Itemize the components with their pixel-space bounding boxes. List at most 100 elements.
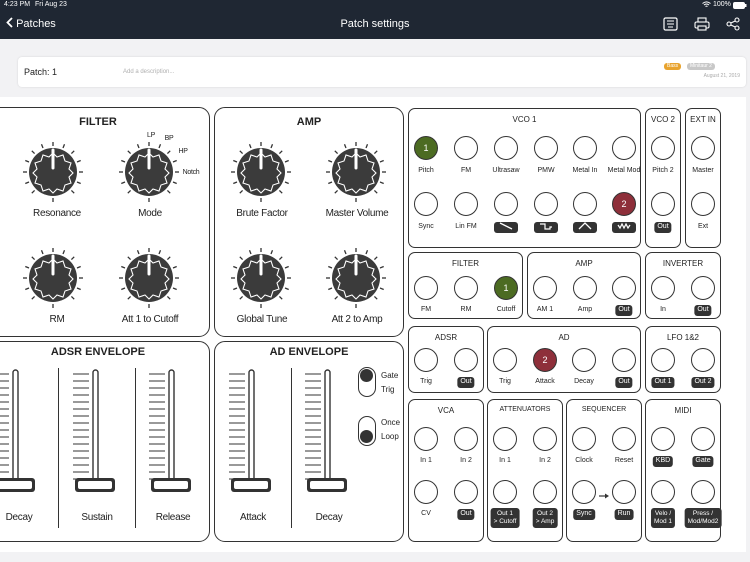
amp-module-title: AMP <box>575 259 593 268</box>
adsr-module-title: ADSR <box>434 333 458 342</box>
vco1-metal-mod-jack[interactable] <box>612 136 636 160</box>
resonance-knob[interactable] <box>21 140 85 204</box>
sequencer-module: SEQUENCER Clock Reset Sync Run <box>566 399 642 542</box>
vco1-triangle-out-jack[interactable] <box>573 192 597 216</box>
ad-out-label: Out <box>615 377 633 388</box>
midi-velo-jack[interactable] <box>651 480 675 504</box>
seq-clock-jack[interactable] <box>572 427 596 451</box>
ad-module: AD Trig 2 Attack Decay Out <box>487 326 641 393</box>
vca-out-jack[interactable] <box>454 480 478 504</box>
master-jack[interactable] <box>691 136 715 160</box>
inverter-title: INVERTER <box>662 259 704 268</box>
filter-cutoff-jack[interactable]: 1 <box>494 276 518 300</box>
lfo-title: LFO 1&2 <box>666 333 699 342</box>
amp-out-jack[interactable] <box>612 276 636 300</box>
mode-lp-label: LP <box>147 132 155 139</box>
seq-reset-jack[interactable] <box>612 427 636 451</box>
midi-press-jack[interactable] <box>691 480 715 504</box>
inverter-in-jack[interactable] <box>651 276 675 300</box>
vco1-fm-jack[interactable] <box>454 136 478 160</box>
sustain-slider[interactable] <box>67 366 127 496</box>
ext-in-module: EXT IN Master Ext <box>685 108 721 248</box>
ad-envelope-title: AD ENVELOPE <box>269 346 349 358</box>
adsr-out-jack[interactable] <box>454 348 478 372</box>
filter-panel: FILTER Resonance Mode LP BP HP Notch RM … <box>0 107 210 337</box>
ad-out-jack[interactable] <box>612 348 636 372</box>
att-in2-jack[interactable] <box>533 427 557 451</box>
master-volume-knob[interactable] <box>324 140 388 204</box>
vco1-ultrasaw-jack[interactable] <box>494 136 518 160</box>
att-1-to-cutoff-label: Att 1 to Cutoff <box>121 314 179 325</box>
tag-badge-bass[interactable]: Bass <box>664 63 682 70</box>
filter-cutoff-label: Cutoff <box>496 306 516 313</box>
adsr-trig-label: Trig <box>420 378 432 385</box>
attack-slider[interactable] <box>223 366 283 496</box>
vca-in2-jack[interactable] <box>454 427 478 451</box>
vco2-pitch-jack[interactable] <box>651 136 675 160</box>
vco2-out-jack[interactable] <box>651 192 675 216</box>
brute-factor-label: Brute Factor <box>236 208 288 219</box>
brute-factor-knob[interactable] <box>229 140 293 204</box>
share-icon[interactable] <box>725 17 741 31</box>
vco1-pmw-label: PMW <box>537 167 555 174</box>
vco1-metal-in-jack[interactable] <box>573 136 597 160</box>
inverter-out-jack[interactable] <box>691 276 715 300</box>
vco1-saw-out-jack[interactable] <box>494 192 518 216</box>
vco1-sync-label: Sync <box>418 223 434 230</box>
gate-trig-toggle[interactable] <box>358 367 376 397</box>
ad-decay-slider[interactable] <box>299 366 359 496</box>
vco1-metal-out-jack[interactable]: 2 <box>612 192 636 216</box>
global-tune-knob[interactable] <box>229 246 293 310</box>
vco1-pmw-jack[interactable] <box>534 136 558 160</box>
vco1-lin-fm-jack[interactable] <box>454 192 478 216</box>
lfo-out2-jack[interactable] <box>691 348 715 372</box>
once-loop-label: Once Loop <box>381 418 401 441</box>
patch-name[interactable]: Patch: 1 <box>24 67 57 77</box>
divider <box>135 368 136 528</box>
description-input[interactable]: Add a description... <box>123 69 174 75</box>
vca-in2-label: In 2 <box>460 457 472 464</box>
keyboard-icon[interactable] <box>663 17 679 31</box>
rm-knob[interactable] <box>21 246 85 310</box>
seq-sync-jack[interactable] <box>572 480 596 504</box>
filter-rm-jack[interactable] <box>454 276 478 300</box>
page-title: Patch settings <box>340 18 410 30</box>
print-icon[interactable] <box>694 17 710 31</box>
ad-attack-jack[interactable]: 2 <box>533 348 557 372</box>
midi-module: MIDI KBD Gate Velo / Mod 1 Press / Mod/Mod… <box>645 399 722 542</box>
seq-run-jack[interactable] <box>612 480 636 504</box>
once-loop-toggle[interactable] <box>358 416 376 446</box>
filter-fm-jack[interactable] <box>414 276 438 300</box>
adsr-module: ADSR Trig Out <box>408 326 484 393</box>
ad-decay-jack[interactable] <box>572 348 596 372</box>
status-bar: 4:23 PM Fri Aug 23 100% <box>0 0 750 10</box>
lfo-out1-jack[interactable] <box>651 348 675 372</box>
midi-kbd-jack[interactable] <box>651 427 675 451</box>
vco1-metal-mod-label: Metal Mod <box>607 167 641 174</box>
attack-label: Attack <box>240 512 266 523</box>
adsr-decay-slider[interactable] <box>0 366 47 496</box>
tag-badge-minitaur[interactable]: Minitaur 2 <box>687 63 715 70</box>
vco1-pitch-jack[interactable]: 1 <box>414 136 438 160</box>
midi-gate-jack[interactable] <box>691 427 715 451</box>
att-2-to-amp-knob[interactable] <box>324 246 388 310</box>
vca-in1-jack[interactable] <box>414 427 438 451</box>
mode-knob[interactable] <box>117 140 181 204</box>
vca-out-label: Out <box>457 509 475 520</box>
divider <box>291 368 292 528</box>
vca-cv-jack[interactable] <box>414 480 438 504</box>
adsr-trig-jack[interactable] <box>414 348 438 372</box>
release-slider[interactable] <box>143 366 203 496</box>
att-in1-jack[interactable] <box>493 427 517 451</box>
ext-jack-label: Ext <box>697 223 709 230</box>
vco1-square-out-jack[interactable] <box>534 192 558 216</box>
vco1-sync-jack[interactable] <box>414 192 438 216</box>
amp-amp-jack[interactable] <box>573 276 597 300</box>
att-1-to-cutoff-knob[interactable] <box>117 246 181 310</box>
filter-rm-label: RM <box>460 306 472 313</box>
amp-am1-jack[interactable] <box>533 276 557 300</box>
ext-jack[interactable] <box>691 192 715 216</box>
att-out1-jack[interactable] <box>493 480 517 504</box>
ad-trig-jack[interactable] <box>493 348 517 372</box>
att-out2-jack[interactable] <box>533 480 557 504</box>
